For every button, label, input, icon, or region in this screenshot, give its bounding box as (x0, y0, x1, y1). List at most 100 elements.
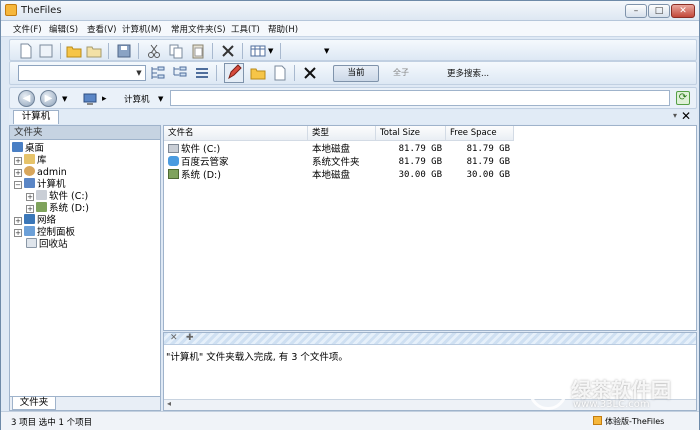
column-header-type[interactable]: 类型 (308, 126, 376, 141)
title-bar: TheFiles – □ ✕ (1, 1, 699, 21)
file-total-size: 81.79 GB (398, 157, 442, 167)
tab-list-icon[interactable]: ▾ (673, 111, 677, 120)
drive-icon (168, 144, 179, 153)
menu-view[interactable]: 查看(V) (87, 23, 116, 35)
menu-favorites[interactable]: 常用文件夹(S) (171, 23, 226, 35)
tree-item-admin[interactable]: + admin (14, 166, 67, 178)
delete-icon[interactable] (220, 43, 236, 59)
paste-icon[interactable] (190, 43, 206, 59)
cancel-search-icon[interactable] (302, 65, 318, 81)
view-mode-icon[interactable] (250, 43, 266, 59)
chevron-down-icon[interactable]: ▼ (134, 67, 144, 79)
menu-edit[interactable]: 编辑(S) (49, 23, 78, 35)
expand-icon[interactable]: + (14, 157, 22, 165)
tree-item-recycle-bin[interactable]: 回收站 (26, 238, 68, 250)
file-total-size: 30.00 GB (398, 170, 442, 180)
collapse-icon[interactable]: − (14, 181, 22, 189)
current-scope-button[interactable]: 当前 (333, 65, 379, 82)
open-folder-icon[interactable] (66, 43, 82, 59)
drive-icon (36, 190, 47, 200)
tree-item-library[interactable]: + 库 (14, 154, 47, 166)
folder-panel-footer: 文件夹 (10, 396, 160, 410)
status-selection: 3 项目 选中 1 个项目 (11, 418, 93, 428)
folder-edit-icon[interactable] (86, 43, 102, 59)
list-view-icon[interactable] (194, 65, 210, 81)
search-combo[interactable]: ▼ (18, 65, 146, 81)
file-name: 百度云管家 (181, 157, 229, 168)
view-mode-dropdown-icon[interactable]: ▼ (268, 43, 284, 59)
tree-item-network[interactable]: + 网络 (14, 214, 56, 226)
more-search-button[interactable]: 更多搜索... (447, 67, 489, 79)
expand-icon[interactable]: + (14, 229, 22, 237)
folder-panel-header: 文件夹 (10, 126, 160, 140)
tree-item-drive-d[interactable]: + 系统 (D:) (26, 202, 89, 214)
file-list-panel: 文件名 类型 Total Size Free Space 软件 (C:) 本地磁… (163, 125, 697, 331)
watermark-url: www.33LC.com (573, 399, 650, 410)
file-free-space: 30.00 GB (466, 170, 510, 180)
tab-strip: 计算机 ▾ ✕ (9, 110, 697, 124)
back-icon[interactable]: ◀ (18, 90, 35, 107)
expand-icon[interactable]: + (14, 217, 22, 225)
close-log-icon[interactable]: ✕ (170, 333, 178, 343)
watermark-logo (529, 372, 567, 410)
app-logo-icon (5, 4, 17, 16)
tree-item-desktop[interactable]: 桌面 (12, 142, 44, 154)
close-tab-icon[interactable]: ✕ (681, 110, 691, 122)
history-dropdown-icon[interactable]: ▼ (62, 91, 78, 107)
network-icon (24, 214, 35, 224)
cut-icon[interactable] (146, 43, 162, 59)
extra-dropdown-icon[interactable]: ▼ (324, 43, 340, 59)
document-icon[interactable] (272, 65, 288, 81)
minimize-button[interactable]: – (625, 4, 647, 18)
toolbar-divider (280, 43, 281, 59)
close-button[interactable]: ✕ (671, 4, 695, 18)
toolbar-divider (212, 43, 213, 59)
toolbar-divider (294, 65, 295, 81)
toolbar-divider (242, 43, 243, 59)
toolbar-divider (60, 43, 61, 59)
tree-expand-icon[interactable] (150, 65, 166, 81)
pencil-edit-icon[interactable] (224, 63, 244, 83)
pin-icon[interactable]: ✚ (186, 333, 194, 343)
subfolder-scope-button[interactable]: 全子 (393, 67, 409, 78)
tree-item-control-panel[interactable]: + 控制面板 (14, 226, 75, 238)
refresh-icon[interactable]: ⟳ (676, 91, 690, 105)
file-free-space: 81.79 GB (466, 157, 510, 167)
main-toolbar: ▼ ▼ (9, 39, 697, 61)
status-edition: 体验版-TheFiles (593, 416, 664, 427)
forward-icon[interactable]: ▶ (40, 90, 57, 107)
breadcrumb-computer[interactable]: 计算机 (124, 93, 150, 105)
menu-tools[interactable]: 工具(T) (231, 23, 260, 35)
tree-item-drive-c[interactable]: + 软件 (C:) (26, 190, 88, 202)
expand-icon[interactable]: + (26, 205, 34, 213)
file-type: 系统文件夹 (312, 157, 360, 168)
file-type: 本地磁盘 (312, 170, 351, 181)
expand-icon[interactable]: + (26, 193, 34, 201)
menu-bar: 文件(F) 编辑(S) 查看(V) 计算机(M) 常用文件夹(S) 工具(T) … (1, 21, 699, 37)
drive-icon (36, 202, 47, 212)
log-panel-toolbar: ✕ ✚ (164, 333, 696, 345)
column-header-free-space[interactable]: Free Space (446, 126, 514, 141)
menu-file[interactable]: 文件(F) (13, 23, 42, 35)
tab-computer[interactable]: 计算机 (13, 110, 59, 124)
folder-open-icon[interactable] (250, 65, 266, 81)
tree-collapse-icon[interactable] (172, 65, 188, 81)
expand-icon[interactable]: + (14, 169, 22, 177)
tab-folders[interactable]: 文件夹 (12, 397, 56, 410)
address-bar: ◀ ▶ ▼ ▸ 计算机 ▼ ⟳ (9, 87, 697, 109)
tree-item-computer[interactable]: − 计算机 (14, 178, 66, 190)
menu-computer[interactable]: 计算机(M) (122, 23, 161, 35)
new-file-icon[interactable] (18, 43, 34, 59)
menu-help[interactable]: 帮助(H) (268, 23, 298, 35)
column-header-name[interactable]: 文件名 (164, 126, 308, 141)
computer-icon (24, 178, 35, 188)
copy-icon[interactable] (168, 43, 184, 59)
new-window-icon[interactable] (38, 43, 54, 59)
column-header-total-size[interactable]: Total Size (376, 126, 446, 141)
window-title: TheFiles (21, 5, 62, 16)
maximize-button[interactable]: □ (648, 4, 670, 18)
save-icon[interactable] (116, 43, 132, 59)
scroll-left-icon[interactable]: ◂ (167, 399, 171, 408)
address-input[interactable] (170, 90, 670, 106)
desktop-icon (12, 142, 23, 152)
